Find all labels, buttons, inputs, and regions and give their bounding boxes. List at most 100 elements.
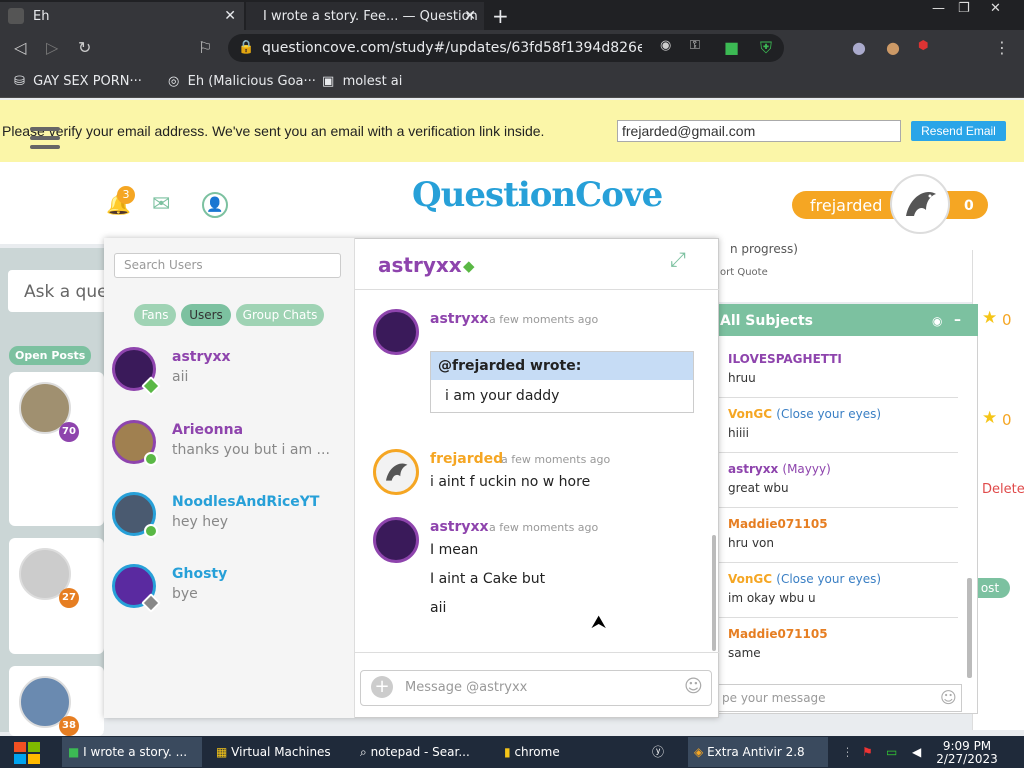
message-author[interactable]: astryxx bbox=[430, 519, 489, 535]
open-posts-tab[interactable]: Open Posts bbox=[9, 346, 92, 365]
restore-icon[interactable]: ❐ bbox=[958, 1, 970, 16]
post-card[interactable]: 70 bbox=[9, 372, 104, 526]
forward-icon[interactable]: ▷ bbox=[46, 38, 58, 57]
browser-nav-bar: ◁ ▷ ↻ ⚐ 🔒 questioncove.com/study#/update… bbox=[0, 30, 1024, 66]
bookmark-item[interactable]: ▣ molest ai bbox=[322, 74, 402, 89]
author-name: VonGC bbox=[728, 407, 773, 421]
post-card[interactable]: 38 bbox=[9, 666, 104, 736]
message-author[interactable]: frejarded bbox=[430, 451, 503, 467]
ublock-icon[interactable]: ⬢ bbox=[918, 38, 928, 52]
hamburger-menu-icon[interactable] bbox=[30, 127, 60, 149]
subject-message-author[interactable]: VonGC (Close your eyes) bbox=[728, 407, 881, 421]
author-name: Maddie071105 bbox=[728, 627, 828, 641]
subjects-scrollbar[interactable] bbox=[967, 578, 972, 678]
profile-icon[interactable]: 👤 bbox=[202, 192, 228, 218]
chat-active-user[interactable]: astryxx bbox=[378, 253, 462, 277]
message-input-placeholder: Message @astryxx bbox=[405, 680, 528, 695]
taskbar-item-chrome-window[interactable]: ■ I wrote a story. ... bbox=[62, 737, 202, 767]
subject-link[interactable]: (Close your eyes) bbox=[776, 407, 881, 421]
taskbar-clock[interactable]: 9:09 PM 2/27/2023 bbox=[935, 740, 999, 766]
back-icon[interactable]: ◁ bbox=[14, 38, 26, 57]
filter-group-chats[interactable]: Group Chats bbox=[236, 304, 324, 326]
star-icon[interactable]: ★ bbox=[982, 408, 997, 428]
chat-scrollbar[interactable] bbox=[712, 535, 716, 651]
close-tab-icon[interactable]: ✕ bbox=[224, 8, 236, 24]
bookmark-item[interactable]: ⛁ GAY SEX PORN··· bbox=[14, 74, 142, 89]
chat-user-item[interactable]: Ghosty bye bbox=[112, 564, 342, 624]
sort-quote-links[interactable]: ort Quote bbox=[720, 267, 768, 278]
taskbar-item-notepad[interactable]: ⌕ notepad - Sear... bbox=[354, 737, 494, 767]
subject-message-text: same bbox=[728, 646, 761, 660]
bookmark-icon[interactable]: ⚐ bbox=[198, 38, 212, 57]
tab-question[interactable]: I wrote a story. Fee... — Question ✕ bbox=[246, 2, 484, 30]
subject-message-author[interactable]: Maddie071105 bbox=[728, 517, 828, 531]
emoji-icon[interactable]: ☺ bbox=[684, 676, 703, 697]
profile-extension-icon[interactable]: ● bbox=[886, 38, 900, 57]
emoji-icon[interactable]: ☺ bbox=[940, 688, 957, 707]
new-tab-icon[interactable]: + bbox=[492, 4, 509, 28]
lock-icon[interactable]: 🔒 bbox=[238, 40, 254, 55]
message-text: I mean bbox=[430, 542, 479, 558]
delete-link[interactable]: Delete bbox=[982, 482, 1024, 497]
url-text: questioncove.com/study#/updates/63fd58f1… bbox=[262, 40, 642, 56]
quote-author: @frejarded wrote: bbox=[438, 358, 582, 374]
user-avatar[interactable] bbox=[890, 174, 950, 234]
subject-message: VonGC (Close your eyes) hiiii bbox=[718, 399, 958, 453]
email-field[interactable]: frejarded@gmail.com bbox=[617, 120, 901, 142]
site-logo[interactable]: QuestionCove bbox=[412, 175, 663, 215]
close-window-icon[interactable]: ✕ bbox=[990, 1, 1001, 16]
message-avatar[interactable] bbox=[373, 309, 419, 355]
chat-user-name: Ghosty bbox=[172, 566, 228, 582]
user-name[interactable]: frejarded bbox=[810, 196, 882, 215]
minimize-icon[interactable]: — bbox=[932, 1, 945, 16]
filter-fans[interactable]: Fans bbox=[134, 304, 176, 326]
subject-message-author[interactable]: VonGC (Close your eyes) bbox=[728, 572, 881, 586]
tab-eh[interactable]: Eh ✕ bbox=[0, 2, 244, 30]
shield-icon[interactable]: ⛨ bbox=[760, 38, 772, 58]
tray-menu-icon[interactable]: ⋮ bbox=[836, 737, 848, 767]
key-icon[interactable]: ⚿ bbox=[690, 38, 700, 53]
minimize-panel-icon[interactable]: – bbox=[954, 312, 961, 328]
subject-link[interactable]: (Mayyy) bbox=[782, 462, 830, 476]
camera-blocked-icon[interactable]: ◉ bbox=[660, 38, 671, 53]
resend-email-button[interactable]: Resend Email bbox=[911, 121, 1006, 141]
subject-message-text: hiiii bbox=[728, 426, 749, 440]
windows-start-icon[interactable] bbox=[12, 739, 42, 767]
taskbar-item-chrome[interactable]: ▮ chrome bbox=[498, 737, 638, 767]
add-attachment-icon[interactable]: + bbox=[371, 676, 393, 698]
flag-icon[interactable]: ● bbox=[852, 38, 866, 57]
tray-network-icon[interactable]: ▭ bbox=[880, 737, 902, 767]
bookmark-item[interactable]: ◎ Eh (Malicious Goa··· bbox=[168, 74, 316, 89]
menu-icon[interactable]: ⋮ bbox=[994, 38, 1010, 57]
subject-message-author[interactable]: astryxx (Mayyy) bbox=[728, 462, 831, 476]
tray-volume-icon[interactable]: ◀ bbox=[906, 737, 928, 767]
subject-link[interactable]: (Close your eyes) bbox=[776, 572, 881, 586]
hide-eye-icon[interactable]: ◉ bbox=[932, 314, 942, 328]
message-avatar[interactable] bbox=[373, 449, 419, 495]
all-subjects-title[interactable]: All Subjects bbox=[720, 313, 813, 329]
tray-flag-icon[interactable]: ⚑ bbox=[856, 737, 878, 767]
chat-user-item[interactable]: astryxx aii bbox=[112, 347, 342, 407]
bookmark-label: GAY SEX PORN··· bbox=[33, 74, 142, 89]
level-badge: 27 bbox=[59, 588, 79, 608]
expand-icon[interactable]: ⤢ bbox=[670, 247, 686, 271]
reload-icon[interactable]: ↻ bbox=[78, 38, 91, 57]
message-avatar[interactable] bbox=[373, 517, 419, 563]
taskbar-item-yandex[interactable]: ⓨ bbox=[646, 737, 678, 767]
extension-icon[interactable]: ■ bbox=[724, 38, 739, 57]
taskbar-item-antivir[interactable]: ◈ Extra Antivir 2.8 bbox=[688, 737, 828, 767]
message-author[interactable]: astryxx bbox=[430, 311, 489, 327]
mail-icon[interactable]: ✉ bbox=[152, 192, 170, 217]
taskbar-item-virtual-machines[interactable]: ▦ Virtual Machines bbox=[210, 737, 350, 767]
taskbar-label: Extra Antivir 2.8 bbox=[707, 745, 805, 759]
subject-message-author[interactable]: Maddie071105 bbox=[728, 627, 828, 641]
chat-user-item[interactable]: NoodlesAndRiceYT hey hey bbox=[112, 492, 342, 552]
chat-user-item[interactable]: Arieonna thanks you but i am ... bbox=[112, 420, 342, 480]
star-icon[interactable]: ★ bbox=[982, 308, 997, 328]
filter-users[interactable]: Users bbox=[181, 304, 231, 326]
browser-icon: ⓨ bbox=[652, 745, 665, 759]
subject-message-author[interactable]: ILOVESPAGHETTI bbox=[728, 352, 842, 366]
post-card[interactable]: 27 bbox=[9, 538, 104, 654]
close-tab-icon[interactable]: ✕ bbox=[464, 8, 476, 24]
online-status-icon bbox=[144, 452, 158, 466]
